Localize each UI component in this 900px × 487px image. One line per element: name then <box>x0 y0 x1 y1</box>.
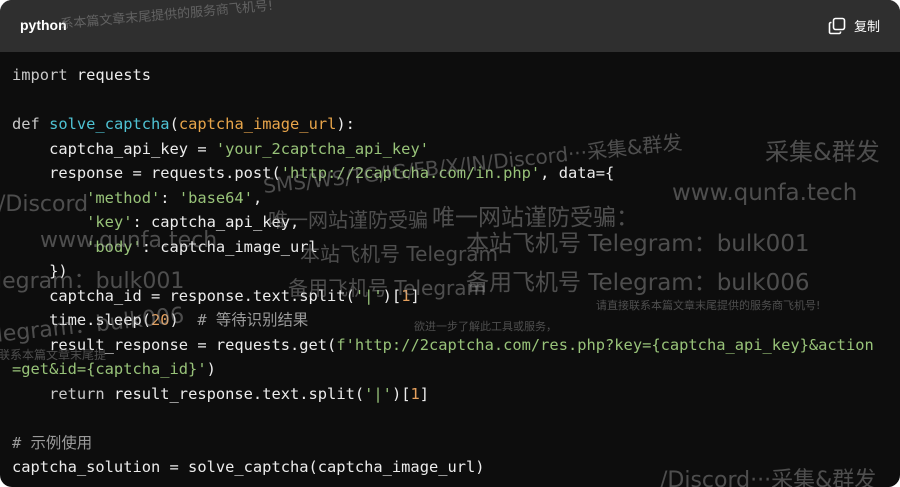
code-string: 'body' <box>86 237 142 256</box>
code-keyword: def <box>12 115 40 133</box>
code-number: 20 <box>151 311 170 329</box>
code-text: requests <box>67 66 152 84</box>
code-string: 'your_2captcha_api_key' <box>215 139 429 158</box>
code-text: time.sleep( <box>12 311 151 329</box>
code-text: ) <box>206 360 216 378</box>
copy-button[interactable]: 复制 <box>828 16 880 35</box>
code-string: 'method' <box>86 188 161 207</box>
code-string: =get&id={captcha_id}' <box>12 360 207 378</box>
code-text: , <box>252 188 263 207</box>
code-text: captcha_solution = solve_captcha(captcha… <box>12 458 485 476</box>
code-keyword: import <box>12 66 68 84</box>
code-text: ( <box>169 115 179 133</box>
code-number: 1 <box>410 384 420 403</box>
code-comment: # 等待识别结果 <box>197 311 309 329</box>
code-text: ): <box>336 115 355 133</box>
code-string: 'base64' <box>178 188 253 207</box>
code-text: )[ <box>382 286 402 305</box>
code-block-header: python 复制 <box>0 0 900 52</box>
code-text: captcha_id = response.text.split( <box>12 286 355 305</box>
code-function-name: solve_captcha <box>49 115 170 133</box>
code-parameter: captcha_image_url <box>178 115 337 133</box>
code-string: 'key' <box>86 213 133 231</box>
code-text: , data={ <box>540 164 615 182</box>
code-string: '|' <box>354 286 383 305</box>
code-keyword: return <box>12 384 105 403</box>
code-text: response = requests.post( <box>12 164 281 182</box>
copy-label: 复制 <box>853 20 880 35</box>
code-comment: # 示例使用 <box>12 433 93 452</box>
code-text: : captcha_image_url <box>141 237 318 256</box>
code-string: 'http://2captcha.com/in.php' <box>280 164 541 182</box>
code-block: python 复制 import requests def solve_capt… <box>0 0 900 487</box>
code-text: captcha_api_key = <box>12 139 216 158</box>
code-text: ) <box>169 311 198 329</box>
code-string: f'http://2captcha.com/res.php?key={captc… <box>336 335 874 354</box>
code-text: : <box>160 188 179 207</box>
language-label: python <box>20 17 67 33</box>
copy-icon <box>828 17 846 35</box>
code-text: : captcha_api_key, <box>132 213 300 231</box>
code-text: ] <box>419 384 430 403</box>
code-text: }) <box>12 262 68 280</box>
code-string: '|' <box>364 384 392 403</box>
code-text: ] <box>410 286 420 305</box>
code-content: import requests def solve_captcha(captch… <box>0 52 900 480</box>
code-text: result_response = requests.get( <box>12 335 337 354</box>
code-text: result_response.text.split( <box>104 384 365 403</box>
code-text: )[ <box>391 384 411 403</box>
